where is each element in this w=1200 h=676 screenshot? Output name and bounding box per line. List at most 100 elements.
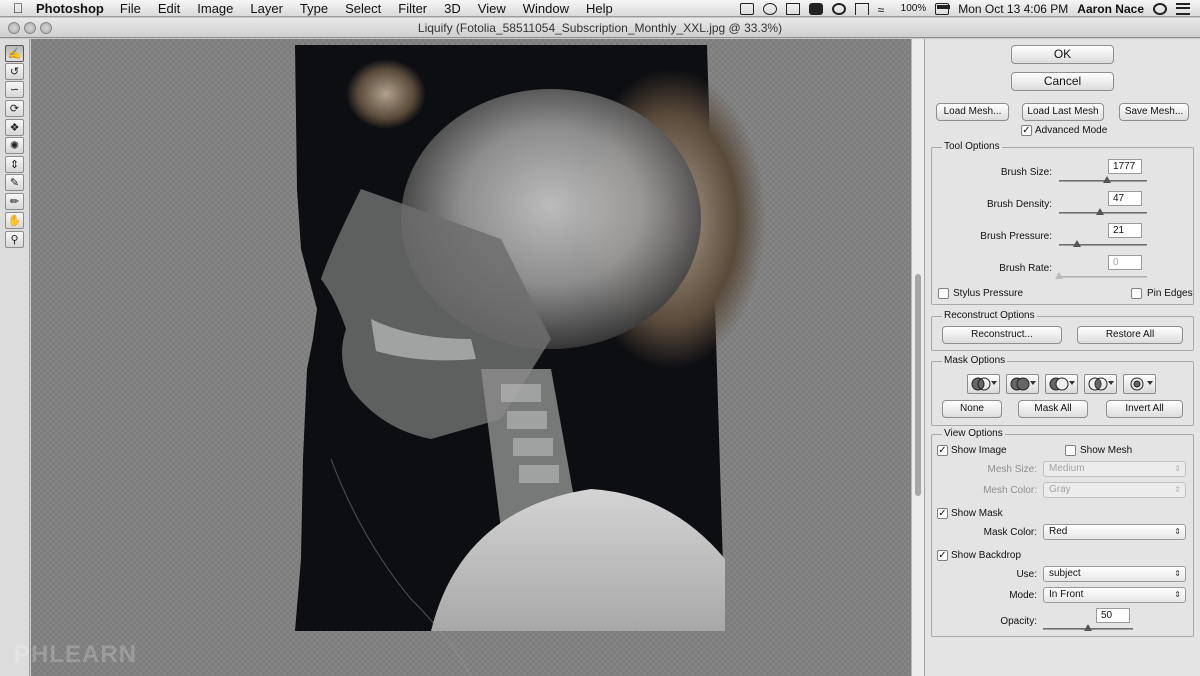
mesh-color-select[interactable]: Gray ⇕	[1043, 482, 1186, 498]
replace-selection-icon[interactable]	[967, 374, 1000, 394]
wifi-icon[interactable]: ≈	[878, 3, 892, 17]
show-backdrop-label: Show Backdrop	[951, 550, 1022, 561]
liquify-toolbar: ✍ ↺ ∽ ⟳ ❖ ✺ ⇕ ✎ ✏ ✋ ⚲	[0, 39, 30, 676]
pin-edges-checkbox[interactable]	[1131, 288, 1142, 299]
reconstruct-tool-icon[interactable]: ↺	[5, 63, 24, 80]
brush-rate-slider-knob[interactable]	[1055, 272, 1063, 279]
twirl-clockwise-tool-icon[interactable]: ⟳	[5, 100, 24, 117]
thaw-mask-tool-icon[interactable]: ✏	[5, 193, 24, 210]
canvas-scrollbar[interactable]	[911, 39, 924, 676]
tool-options-group: Tool Options Brush Size: 1777 Brush Dens…	[931, 141, 1194, 305]
stylus-pressure-label: Stylus Pressure	[953, 288, 1024, 299]
menu-view[interactable]: View	[478, 1, 506, 16]
save-mesh-button[interactable]: Save Mesh...	[1119, 103, 1189, 121]
backdrop-mode-select[interactable]: In Front ⇕	[1043, 587, 1186, 603]
view-options-title: View Options	[942, 428, 1005, 439]
opacity-input[interactable]: 50	[1096, 608, 1130, 623]
battery-icon[interactable]	[935, 2, 951, 15]
pucker-tool-icon[interactable]: ❖	[5, 119, 24, 136]
load-mesh-button[interactable]: Load Mesh...	[936, 103, 1009, 121]
close-window-button[interactable]	[8, 22, 20, 34]
notification-center-icon[interactable]	[1176, 2, 1190, 15]
scrollbar-thumb[interactable]	[915, 274, 921, 496]
advanced-mode-checkbox[interactable]: ✓	[1021, 125, 1032, 136]
brush-rate-label: Brush Rate:	[999, 263, 1052, 274]
mask-all-button[interactable]: Mask All	[1018, 400, 1088, 418]
reconstruct-options-title: Reconstruct Options	[942, 310, 1037, 321]
restore-all-button[interactable]: Restore All	[1077, 326, 1183, 344]
add-to-selection-icon[interactable]	[1006, 374, 1039, 394]
cancel-button[interactable]: Cancel	[1011, 72, 1114, 91]
mask-none-button[interactable]: None	[942, 400, 1002, 418]
evernote-icon[interactable]	[808, 2, 823, 15]
preview-canvas[interactable]	[31, 39, 911, 676]
zoom-tool-icon[interactable]: ⚲	[5, 231, 24, 248]
brush-rate-input[interactable]: 0	[1108, 255, 1142, 270]
menu-file[interactable]: File	[120, 1, 141, 16]
invert-all-button[interactable]: Invert All	[1106, 400, 1183, 418]
zoom-window-button[interactable]	[40, 22, 52, 34]
freeze-mask-tool-icon[interactable]: ✎	[5, 174, 24, 191]
menu-help[interactable]: Help	[586, 1, 613, 16]
mask-color-label: Mask Color:	[983, 527, 1037, 538]
phlearn-watermark: PHLEARN	[14, 641, 138, 668]
clock-text[interactable]: Mon Oct 13 4:06 PM	[958, 2, 1068, 16]
smooth-tool-icon[interactable]: ∽	[5, 81, 24, 98]
mask-color-select[interactable]: Red ⇕	[1043, 524, 1186, 540]
brush-size-input[interactable]: 1777	[1108, 159, 1142, 174]
intersect-selection-icon[interactable]	[1084, 374, 1117, 394]
brush-pressure-slider-knob[interactable]	[1073, 240, 1082, 247]
push-left-tool-icon[interactable]: ⇕	[5, 156, 24, 173]
menu-image[interactable]: Image	[197, 1, 233, 16]
time-machine-icon[interactable]	[762, 2, 777, 15]
ok-button[interactable]: OK	[1011, 45, 1114, 64]
show-backdrop-checkbox[interactable]: ✓	[937, 550, 948, 561]
stylus-pressure-checkbox[interactable]	[938, 288, 949, 299]
brush-pressure-slider[interactable]	[1059, 240, 1147, 247]
brush-density-slider[interactable]	[1059, 208, 1147, 215]
menu-window[interactable]: Window	[523, 1, 569, 16]
show-mask-checkbox[interactable]: ✓	[937, 508, 948, 519]
sync-icon[interactable]	[831, 2, 846, 15]
menu-layer[interactable]: Layer	[250, 1, 283, 16]
brush-density-input[interactable]: 47	[1108, 191, 1142, 206]
user-name[interactable]: Aaron Nace	[1077, 2, 1144, 16]
screen-icon[interactable]	[785, 2, 800, 15]
invert-selection-icon[interactable]	[1123, 374, 1156, 394]
menu-3d[interactable]: 3D	[444, 1, 461, 16]
menu-type[interactable]: Type	[300, 1, 328, 16]
menu-select[interactable]: Select	[345, 1, 381, 16]
opacity-slider[interactable]	[1043, 624, 1133, 631]
backdrop-use-select[interactable]: subject ⇕	[1043, 566, 1186, 582]
bloat-tool-icon[interactable]: ✺	[5, 137, 24, 154]
app-menu[interactable]: Photoshop	[36, 1, 104, 16]
subtract-from-selection-icon[interactable]	[1045, 374, 1078, 394]
brush-rate-slider[interactable]	[1055, 272, 1147, 279]
camera-icon[interactable]	[739, 2, 754, 15]
hand-tool-icon[interactable]: ✋	[5, 212, 24, 229]
apple-menu-icon[interactable]: 	[0, 0, 36, 16]
xray-image	[295, 45, 766, 676]
mesh-size-select[interactable]: Medium ⇕	[1043, 461, 1186, 477]
brush-pressure-input[interactable]: 21	[1108, 223, 1142, 238]
menu-filter[interactable]: Filter	[398, 1, 427, 16]
brush-size-slider[interactable]	[1059, 176, 1147, 183]
opacity-slider-knob[interactable]	[1084, 624, 1092, 631]
brush-size-slider-knob[interactable]	[1103, 176, 1112, 183]
minimize-window-button[interactable]	[24, 22, 36, 34]
forward-warp-tool-icon[interactable]: ✍	[5, 45, 24, 62]
brush-pressure-label: Brush Pressure:	[980, 231, 1052, 242]
airplay-icon[interactable]	[854, 2, 869, 15]
select-arrows-icon: ⇕	[1174, 527, 1181, 536]
status-area: ≈ 100% Mon Oct 13 4:06 PM Aaron Nace	[739, 0, 1200, 17]
brush-density-label: Brush Density:	[986, 199, 1052, 210]
menu-edit[interactable]: Edit	[158, 1, 180, 16]
show-mesh-checkbox[interactable]	[1065, 445, 1076, 456]
brush-density-slider-knob[interactable]	[1096, 208, 1105, 215]
show-image-checkbox[interactable]: ✓	[937, 445, 948, 456]
load-last-mesh-button[interactable]: Load Last Mesh	[1022, 103, 1104, 121]
reconstruct-button[interactable]: Reconstruct...	[942, 326, 1062, 344]
show-mask-label: Show Mask	[951, 508, 1003, 519]
liquify-options-panel: OK Cancel Load Mesh... Load Last Mesh Sa…	[924, 39, 1200, 676]
spotlight-search-icon[interactable]	[1153, 2, 1167, 15]
